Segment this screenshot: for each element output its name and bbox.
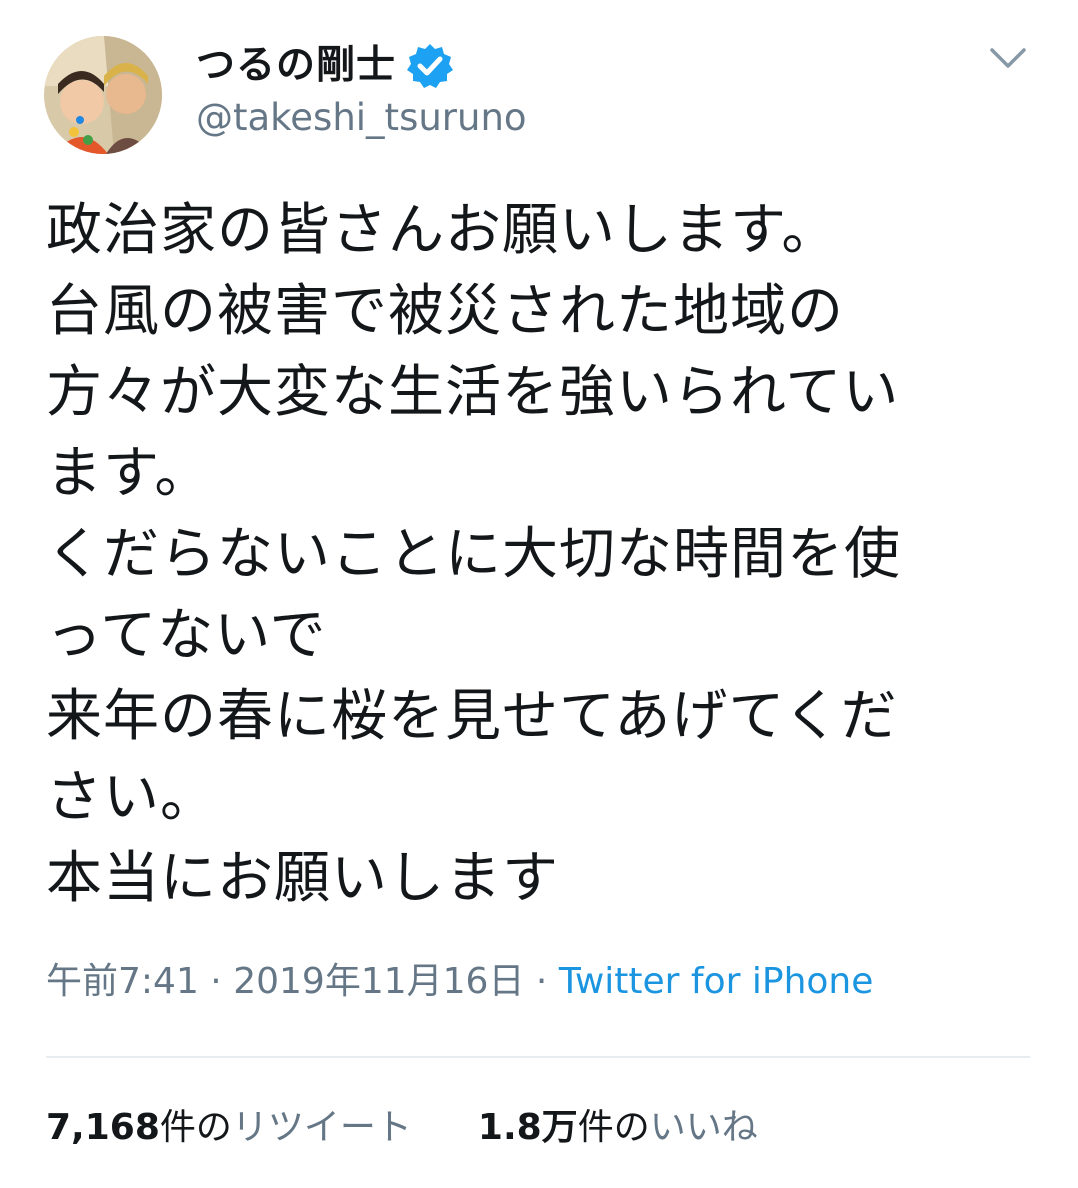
avatar[interactable] — [44, 36, 162, 154]
retweet-unit: 件の — [159, 1107, 232, 1148]
tweet-text-line: くだらないことに大切な時間を使 — [46, 522, 901, 587]
tweet-time[interactable]: 午前7:41 — [46, 961, 199, 1002]
tweet-text-line: さい。 — [46, 765, 217, 830]
tweet-text-line: 政治家の皆さんお願いします。 — [46, 198, 839, 263]
tweet-meta: 午前7:41 · 2019年11月16日 · Twitter for iPhon… — [46, 954, 873, 1010]
like-unit: 件の — [577, 1107, 650, 1148]
like-label: いいね — [649, 1107, 758, 1148]
retweets-stat[interactable]: 7,168 件の リツイート — [46, 1100, 412, 1156]
meta-separator: · — [210, 961, 222, 1002]
author-handle[interactable]: @takeshi_tsuruno — [196, 94, 527, 142]
divider — [46, 1056, 1030, 1058]
tweet-text: 政治家の皆さんお願いします。 台風の被害で被災された地域の 方々が大変な生活を強… — [46, 190, 1046, 919]
tweet-text-line: 台風の被害で被災された地域の — [46, 279, 844, 344]
verified-badge-icon — [406, 42, 454, 90]
meta-separator: · — [535, 961, 548, 1002]
chevron-down-icon[interactable] — [984, 38, 1032, 78]
tweet-stats: 7,168 件の リツイート 1.8万 件の いいね — [46, 1100, 758, 1156]
tweet-text-line: 本当にお願いします — [46, 846, 559, 911]
retweet-count: 7,168 — [46, 1107, 160, 1148]
retweet-label: リツイート — [231, 1107, 412, 1148]
tweet-text-line: ます。 — [46, 441, 212, 506]
author-name-row[interactable]: つるの剛士 — [196, 38, 454, 94]
tweet-text-line: 来年の春に桜を見せてあげてくだ — [46, 684, 898, 749]
like-count: 1.8万 — [477, 1107, 578, 1148]
tweet-date[interactable]: 2019年11月16日 — [233, 961, 524, 1002]
tweet-text-line: 方々が大変な生活を強いられてい — [46, 360, 900, 425]
tweet-header: つるの剛士 @takeshi_tsuruno — [0, 0, 1078, 170]
tweet-text-line: ってないで — [46, 603, 327, 668]
likes-stat[interactable]: 1.8万 件の いいね — [478, 1100, 758, 1156]
tweet-source-link[interactable]: Twitter for iPhone — [559, 961, 874, 1002]
avatar-image — [44, 36, 162, 154]
display-name[interactable]: つるの剛士 — [196, 38, 396, 94]
